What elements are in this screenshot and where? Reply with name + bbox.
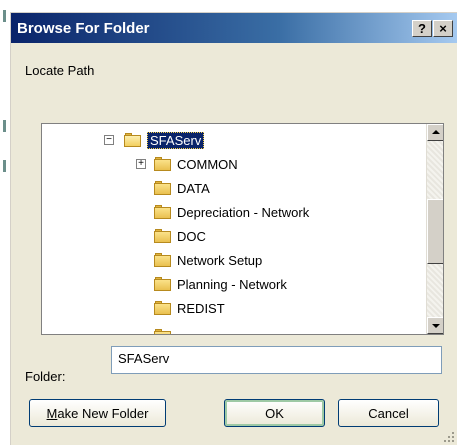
folder-input[interactable]: SFAServ <box>111 346 442 374</box>
folder-icon <box>154 229 172 243</box>
button-label: ake New Folder <box>57 405 149 421</box>
folder-icon <box>154 181 172 195</box>
mnemonic-letter: M <box>46 405 58 421</box>
tree-item-label: Network Setup <box>177 252 263 268</box>
tree-item-root[interactable]: − SFAServ <box>104 130 205 150</box>
tree-item-label: DOC <box>177 228 206 244</box>
ok-button[interactable]: OK <box>224 399 325 427</box>
tree-item-redist[interactable]: REDIST <box>154 298 225 318</box>
tree-item-network-setup[interactable]: Network Setup <box>154 250 262 270</box>
arrow-down-icon <box>432 324 440 328</box>
instruction-text: Locate Path <box>25 63 95 78</box>
scroll-up-button[interactable] <box>427 124 443 141</box>
scroll-thumb[interactable] <box>427 199 443 264</box>
folder-field-label: Folder: <box>25 369 66 384</box>
arrow-up-icon <box>432 130 440 134</box>
folder-icon <box>154 205 172 219</box>
tree-item-planning-network[interactable]: Planning - Network <box>154 274 287 294</box>
desktop-mark <box>3 10 6 22</box>
help-button[interactable]: ? <box>412 20 432 37</box>
tree-item-data[interactable]: DATA <box>154 178 210 198</box>
collapse-icon[interactable]: − <box>104 135 114 145</box>
resize-grip-icon[interactable] <box>443 431 455 443</box>
make-new-folder-button[interactable]: Make New Folder <box>29 399 166 427</box>
tree-item-label: COMMON <box>177 156 238 172</box>
close-button[interactable]: × <box>433 20 453 37</box>
desktop-mark <box>3 160 6 172</box>
tree-item-label: SFAServ <box>147 131 205 149</box>
folder-icon <box>154 253 172 267</box>
title-bar[interactable]: Browse For Folder ? × <box>11 13 457 43</box>
vertical-scrollbar[interactable] <box>426 124 443 334</box>
tree-item-depreciation-network[interactable]: Depreciation - Network <box>154 202 309 222</box>
expand-icon[interactable]: + <box>136 159 146 169</box>
cancel-button[interactable]: Cancel <box>338 399 439 427</box>
folder-tree[interactable]: − SFAServ + COMMON DATA Depreciation - N… <box>41 123 444 335</box>
folder-open-icon <box>124 133 142 147</box>
tree-item-label: DATA <box>177 180 210 196</box>
desktop-mark <box>3 120 6 132</box>
folder-icon <box>154 277 172 291</box>
desktop-background <box>0 0 10 445</box>
tree-item-label: REDIST <box>177 300 225 316</box>
tree-item-label: Depreciation - Network <box>177 204 310 220</box>
folder-icon <box>154 301 172 315</box>
tree-item-common[interactable]: + COMMON <box>136 154 238 174</box>
tree-item-label: Planning - Network <box>177 276 287 292</box>
folder-icon <box>154 329 172 334</box>
browse-for-folder-dialog: Browse For Folder ? × Locate Path − SFAS… <box>10 12 457 445</box>
scroll-down-button[interactable] <box>427 317 443 334</box>
tree-item-doc[interactable]: DOC <box>154 226 206 246</box>
folder-icon <box>154 157 172 171</box>
tree-item-partial <box>154 322 177 334</box>
window-title: Browse For Folder <box>17 20 150 37</box>
